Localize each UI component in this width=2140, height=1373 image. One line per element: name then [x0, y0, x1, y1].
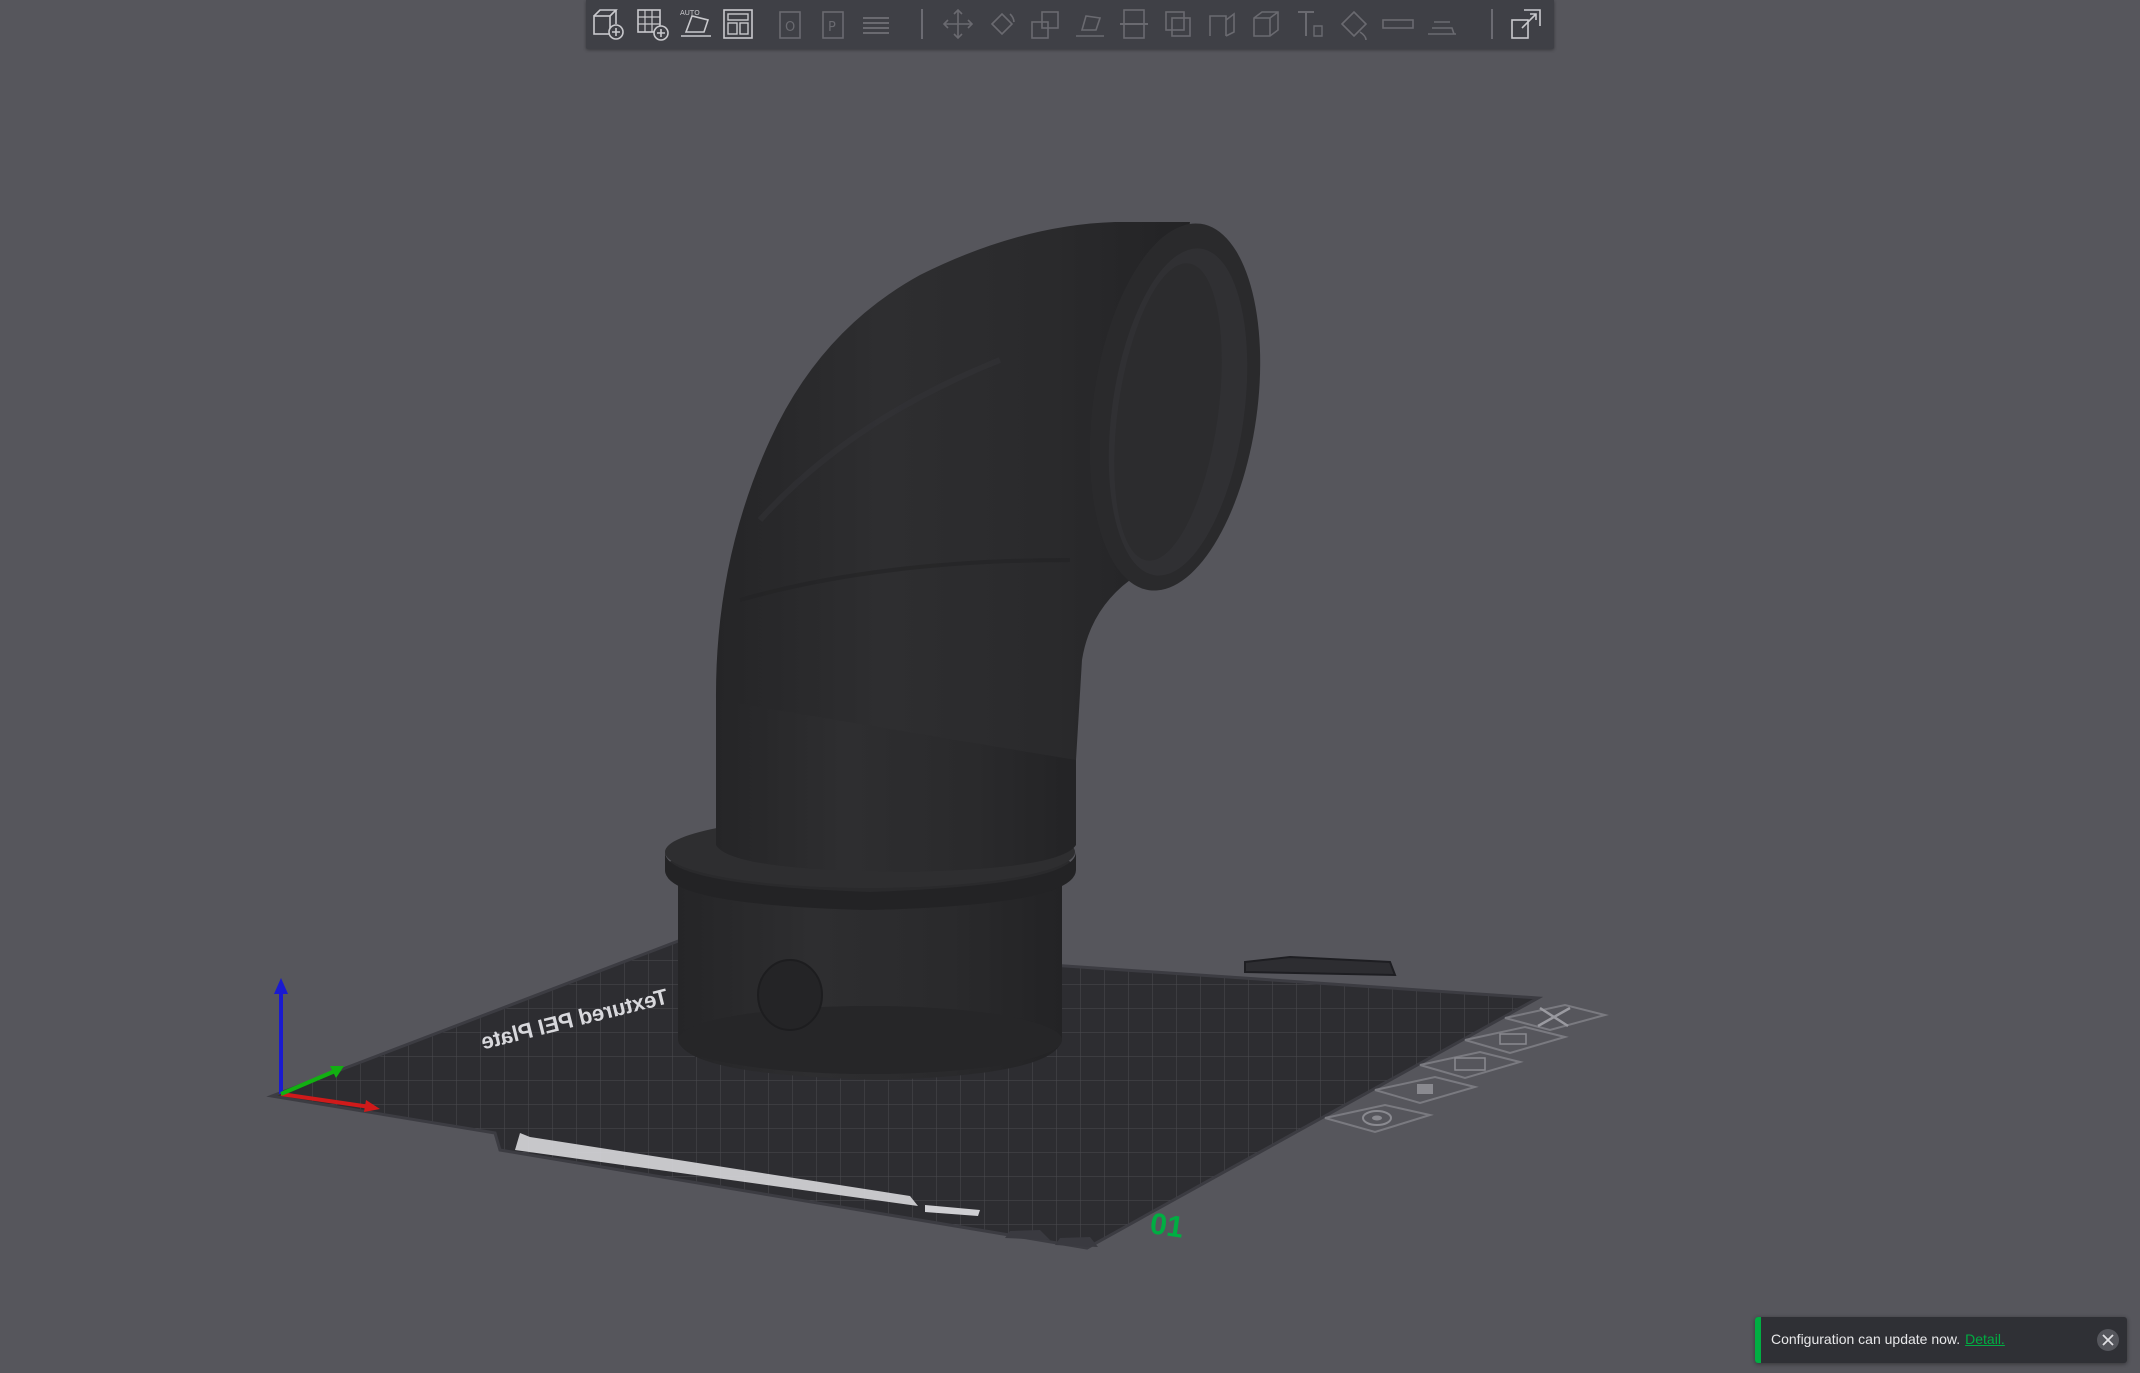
- notification-toast: Configuration can update now. Detail.: [1755, 1317, 2127, 1363]
- lay-on-face-icon: [1076, 15, 1104, 37]
- main-toolbar: AUTO O P: [586, 0, 1554, 49]
- rotate-icon: [990, 12, 1015, 36]
- svg-text:AUTO: AUTO: [680, 9, 700, 17]
- scale-button[interactable]: [1026, 5, 1066, 43]
- toolbar-separator: [1491, 9, 1493, 39]
- arrange-button[interactable]: [718, 5, 758, 43]
- 3d-viewport[interactable]: Textured PEI Plate 01 AUTO O P Configura…: [0, 0, 2140, 1373]
- cut-icon: [1120, 9, 1148, 39]
- boolean-button[interactable]: [1246, 5, 1286, 43]
- cut-button[interactable]: [1114, 5, 1154, 43]
- auto-orient-icon: AUTO: [680, 9, 711, 37]
- model-elbow-pipe[interactable]: [665, 212, 1282, 1080]
- notification-message-row: Configuration can update now. Detail.: [1771, 1331, 2005, 1347]
- add-plate-icon: [637, 9, 669, 41]
- seam-paint-icon: [1209, 12, 1235, 37]
- auto-orient-button[interactable]: AUTO: [676, 5, 716, 43]
- seam-paint-button[interactable]: [1202, 5, 1242, 43]
- notification-accent-bar: [1755, 1317, 1761, 1363]
- notification-detail-link[interactable]: Detail.: [1965, 1331, 2005, 1347]
- layers-editing-icon: [863, 17, 889, 34]
- toolbar-separator: [921, 9, 923, 39]
- notification-close-button[interactable]: [2097, 1329, 2119, 1351]
- text-emboss-button[interactable]: [1290, 5, 1330, 43]
- split-objects-button[interactable]: O: [771, 5, 811, 43]
- assembly-view-button[interactable]: [1506, 5, 1546, 43]
- move-icon: [942, 8, 974, 40]
- add-object-icon: [593, 9, 624, 40]
- plate-number: 01: [1148, 1207, 1186, 1244]
- assembly-icon: [1428, 21, 1456, 35]
- split-parts-icon: P: [822, 11, 844, 39]
- move-button[interactable]: [938, 5, 978, 43]
- support-paint-button[interactable]: [1158, 5, 1198, 43]
- text-emboss-icon: [1298, 11, 1323, 37]
- close-icon: [2102, 1334, 2114, 1346]
- notification-message: Configuration can update now.: [1771, 1331, 1961, 1347]
- scene-canvas[interactable]: Textured PEI Plate 01: [0, 0, 2140, 1373]
- assembly-view-icon: [1511, 9, 1541, 39]
- assembly-button[interactable]: [1422, 5, 1462, 43]
- add-plate-button[interactable]: [632, 5, 672, 43]
- split-parts-button[interactable]: P: [814, 5, 854, 43]
- color-paint-button[interactable]: [1334, 5, 1374, 43]
- rotate-button[interactable]: [982, 5, 1022, 43]
- svg-text:P: P: [828, 20, 836, 35]
- split-objects-icon: O: [779, 11, 801, 39]
- measure-icon: [1382, 19, 1414, 29]
- support-paint-icon: [1165, 11, 1191, 37]
- svg-text:O: O: [785, 20, 795, 35]
- add-object-button[interactable]: [588, 5, 628, 43]
- measure-button[interactable]: [1378, 5, 1418, 43]
- arrange-icon: [723, 9, 753, 39]
- layers-editing-button[interactable]: [856, 5, 896, 43]
- boolean-icon: [1253, 11, 1279, 37]
- scale-icon: [1031, 11, 1059, 39]
- lay-on-face-button[interactable]: [1070, 5, 1110, 43]
- color-paint-icon: [1340, 10, 1368, 41]
